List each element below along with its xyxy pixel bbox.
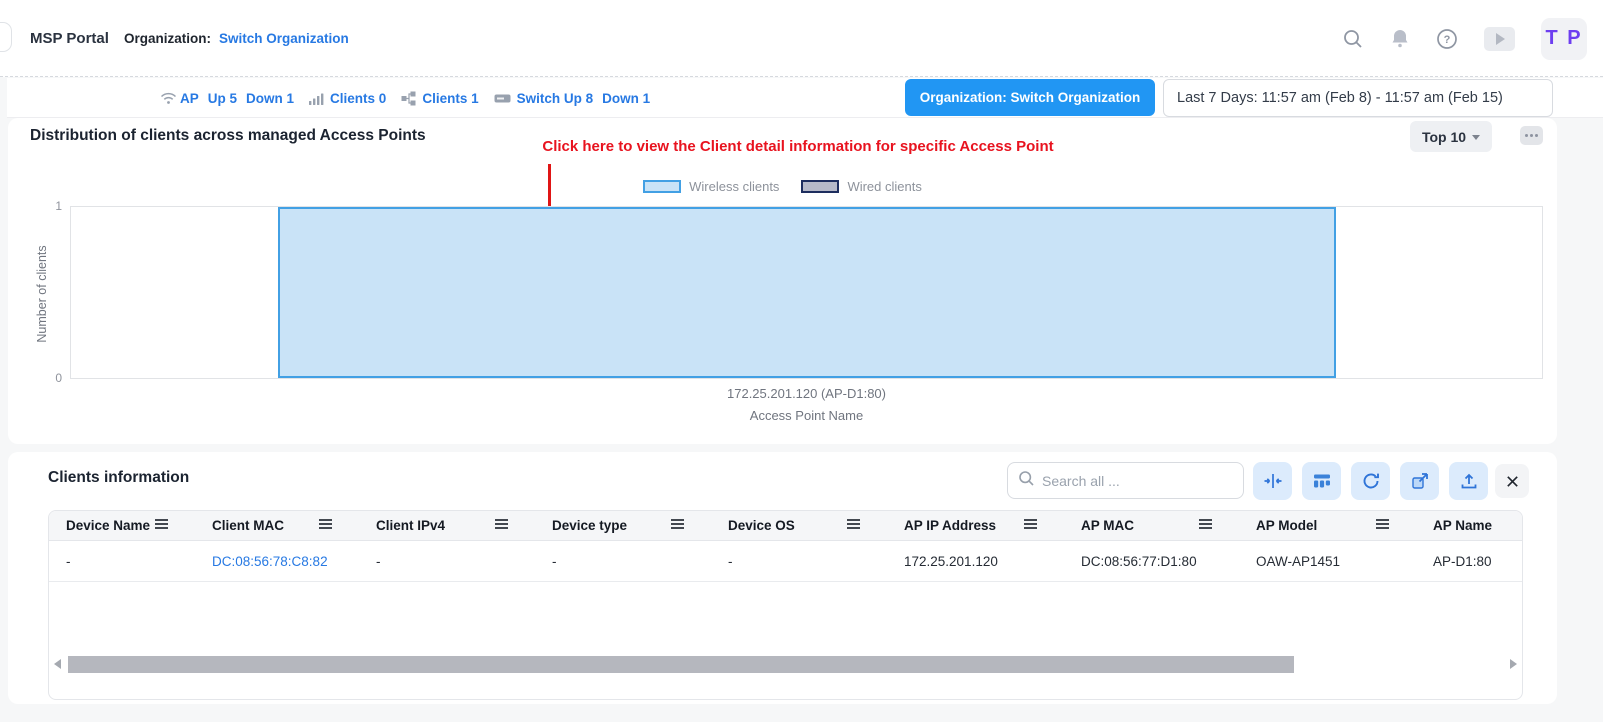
wireless-clients-bar[interactable] [278, 207, 1336, 378]
topology-icon [401, 91, 416, 106]
horizontal-scrollbar [51, 655, 1520, 673]
column-settings-button[interactable] [1302, 462, 1341, 500]
clients-information-card: Clients information Device Name [8, 452, 1557, 704]
cell-ap-ip: 172.25.201.120 [887, 541, 1064, 581]
top-n-dropdown[interactable]: Top 10 [1410, 121, 1492, 152]
user-avatar[interactable]: T P [1541, 18, 1587, 60]
wireless-legend-swatch [643, 180, 681, 193]
column-menu-icon[interactable] [1023, 518, 1038, 533]
x-axis-title: Access Point Name [70, 408, 1543, 423]
search-icon [1018, 470, 1035, 492]
chevron-down-icon [1472, 135, 1480, 140]
notifications-bell-icon[interactable] [1390, 28, 1410, 50]
wifi-icon [160, 91, 177, 105]
clients-table: Device Name Client MAC Client IPv4 Devic… [48, 510, 1523, 700]
switch-icon [494, 92, 511, 105]
export-upload-button[interactable] [1449, 462, 1488, 500]
chart-options-menu-icon[interactable] [1520, 126, 1543, 145]
chart-title: Distribution of clients across managed A… [30, 127, 426, 145]
y-tick-0: 0 [40, 371, 62, 385]
close-icon[interactable] [1495, 464, 1529, 498]
left-margin-strip [0, 78, 7, 118]
cell-client-ipv4: - [359, 541, 535, 581]
scrollbar-thumb[interactable] [68, 656, 1294, 673]
wired-legend-swatch [801, 180, 839, 193]
cell-device-os: - [711, 541, 887, 581]
date-range-picker[interactable]: Last 7 Days: 11:57 am (Feb 8) - 11:57 am… [1163, 79, 1553, 117]
organization-label: Organization: [124, 31, 211, 46]
annotation-text: Click here to view the Client detail inf… [378, 138, 1218, 155]
table-row: - DC:08:56:78:C8:82 - - - 172.25.201.120… [49, 541, 1522, 582]
refresh-button[interactable] [1351, 462, 1390, 500]
table-search-box [1007, 462, 1244, 499]
column-menu-icon[interactable] [1198, 518, 1213, 533]
cell-device-name: - [49, 541, 195, 581]
organization-link[interactable]: Switch Organization [219, 31, 349, 46]
cell-ap-model: OAW-AP1451 [1239, 541, 1416, 581]
app-title: MSP Portal [30, 30, 109, 47]
wired-legend-label: Wired clients [847, 179, 921, 194]
column-menu-icon[interactable] [154, 518, 169, 533]
cell-client-mac-link[interactable]: DC:08:56:78:C8:82 [195, 541, 359, 581]
sub-header: Client Analytics AP Up 5 Down 1 Clients … [0, 78, 1603, 118]
column-menu-icon[interactable] [670, 518, 685, 533]
col-header-client-ipv4[interactable]: Client IPv4 [359, 511, 535, 540]
legend-item-wired[interactable]: Wired clients [801, 179, 921, 194]
header-icon-bar: ? T P [1342, 0, 1587, 77]
col-header-ap-model[interactable]: AP Model [1239, 511, 1416, 540]
wireless-legend-label: Wireless clients [689, 179, 779, 194]
scroll-left-arrow-icon[interactable] [54, 659, 61, 669]
column-menu-icon[interactable] [846, 518, 861, 533]
help-icon[interactable]: ? [1436, 28, 1458, 50]
svg-text:?: ? [1444, 34, 1451, 46]
y-tick-1: 1 [40, 199, 62, 213]
column-menu-icon[interactable] [494, 518, 509, 533]
distribution-chart-card: Distribution of clients across managed A… [8, 118, 1557, 444]
switch-down-count[interactable]: Down 1 [602, 91, 650, 106]
cell-device-type: - [535, 541, 711, 581]
table-title: Clients information [48, 469, 189, 487]
wired-clients-count[interactable]: Clients 1 [422, 91, 478, 106]
organization-selector-button[interactable]: Organization: Switch Organization [905, 79, 1155, 116]
column-menu-icon[interactable] [318, 518, 333, 533]
wireless-clients-count[interactable]: Clients 0 [330, 91, 386, 106]
scroll-right-arrow-icon[interactable] [1510, 659, 1517, 669]
table-header-row: Device Name Client MAC Client IPv4 Devic… [49, 511, 1522, 541]
video-tutorial-icon[interactable] [1484, 27, 1515, 51]
device-status-summary: AP Up 5 Down 1 Clients 0 Clients 1 Switc… [160, 78, 650, 118]
col-header-ap-ip[interactable]: AP IP Address [887, 511, 1064, 540]
legend-item-wireless[interactable]: Wireless clients [643, 179, 779, 194]
ap-status-label[interactable]: AP [180, 91, 199, 106]
ap-up-count[interactable]: Up 5 [208, 91, 237, 106]
collapsed-nav-edge [0, 22, 12, 52]
cell-ap-name: AP-D1:80 [1416, 541, 1522, 581]
column-menu-icon[interactable] [1375, 518, 1390, 533]
search-input[interactable] [1042, 473, 1233, 489]
col-header-device-os[interactable]: Device OS [711, 511, 887, 540]
col-header-ap-name[interactable]: AP Name [1416, 511, 1522, 540]
chart-plot-area [70, 206, 1543, 379]
col-header-device-name[interactable]: Device Name [49, 511, 195, 540]
col-header-ap-mac[interactable]: AP MAC [1064, 511, 1239, 540]
cell-ap-mac: DC:08:56:77:D1:80 [1064, 541, 1239, 581]
search-icon[interactable] [1342, 28, 1364, 50]
chart-legend: Wireless clients Wired clients [8, 179, 1557, 194]
col-header-device-type[interactable]: Device type [535, 511, 711, 540]
client-analytics-screen: MSP Portal Organization: Switch Organizat… [0, 0, 1603, 722]
organization-breadcrumb: Organization: Switch Organization [124, 31, 349, 46]
x-tick-label: 172.25.201.120 (AP-D1:80) [70, 386, 1543, 401]
collapse-columns-button[interactable] [1253, 462, 1292, 500]
switch-up-count[interactable]: Switch Up 8 [517, 91, 594, 106]
ap-down-count[interactable]: Down 1 [246, 91, 294, 106]
col-header-client-mac[interactable]: Client MAC [195, 511, 359, 540]
top-header: MSP Portal Organization: Switch Organizat… [0, 0, 1603, 77]
signal-bars-icon [309, 92, 324, 105]
expand-table-button[interactable] [1400, 462, 1439, 500]
